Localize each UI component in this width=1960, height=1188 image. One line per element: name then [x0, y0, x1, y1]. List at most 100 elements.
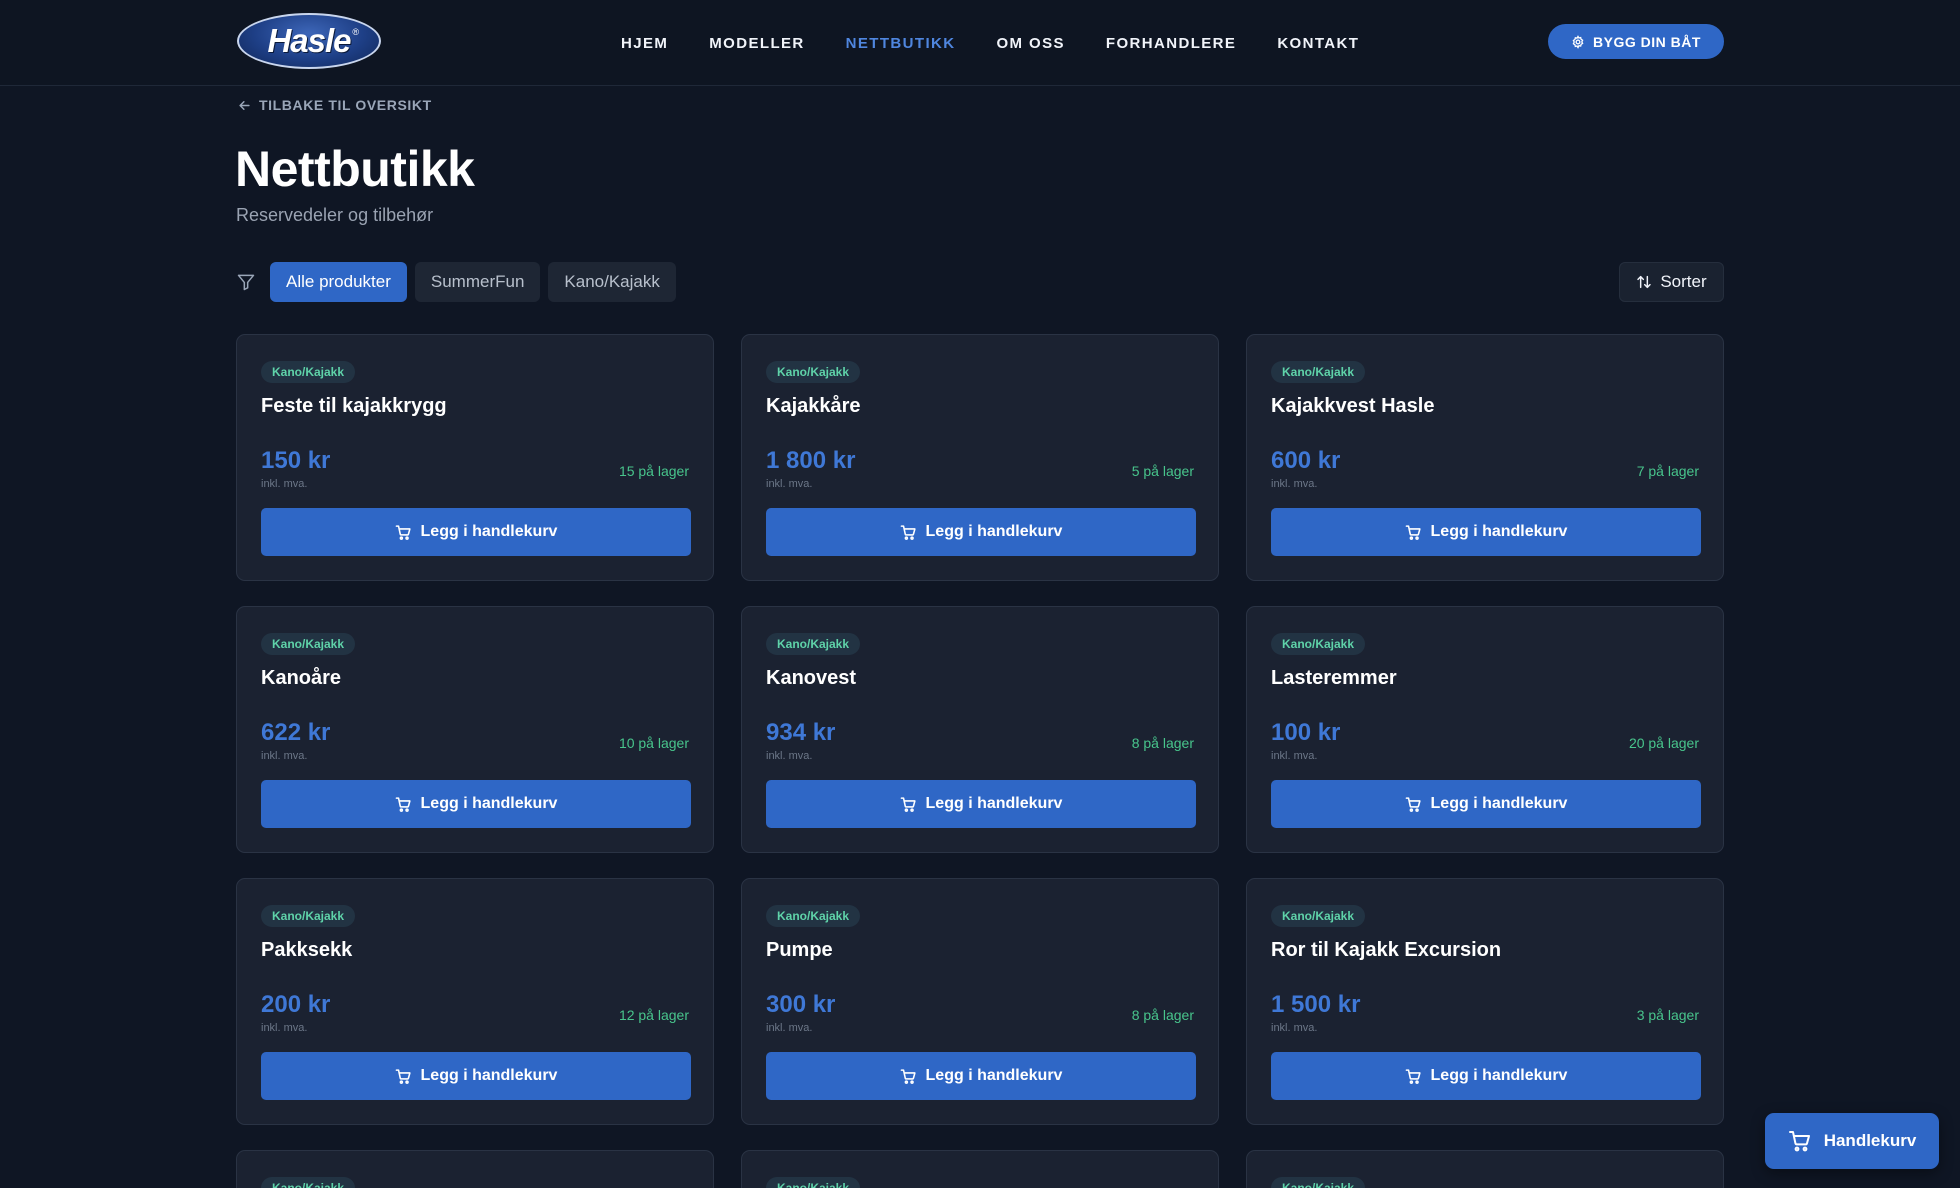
nav-om-oss[interactable]: OM OSS [996, 35, 1064, 52]
build-your-boat-button[interactable]: BYGG DIN BÅT [1548, 24, 1724, 59]
category-badge: Kano/Kajakk [261, 633, 356, 655]
stock-status: 3 på lager [1636, 1007, 1699, 1023]
product-name[interactable]: Pakksekk [261, 939, 352, 962]
add-to-cart-button[interactable]: Legg i handlekurv [766, 780, 1196, 828]
vat-note: inkl. mva. [766, 478, 813, 490]
add-to-cart-button[interactable]: Legg i handlekurv [261, 1052, 691, 1100]
sort-label: Sorter [1660, 272, 1707, 291]
product-card[interactable]: Kano/Kajakk Pumpe 300 kr inkl. mva. 8 på lag… [741, 878, 1219, 1125]
category-badge: Kano/Kajakk [261, 1177, 356, 1188]
vat-note: inkl. mva. [1271, 478, 1318, 490]
vat-note: inkl. mva. [261, 1022, 308, 1034]
category-badge: Kano/Kajakk [1271, 633, 1366, 655]
add-to-cart-button[interactable]: Legg i handlekurv [766, 1052, 1196, 1100]
product-price: 200 kr [261, 991, 331, 1018]
vat-note: inkl. mva. [1271, 1022, 1318, 1034]
vat-note: inkl. mva. [1271, 750, 1318, 762]
product-card[interactable]: Kano/Kajakk Ror til Kajakk Excursion 1 500… [1246, 878, 1724, 1125]
cart-label: Handlekurv [1823, 1131, 1917, 1150]
product-card[interactable]: Kano/Kajakk Kanovest 934 kr inkl. mva. 8 på … [741, 606, 1219, 853]
category-badge: Kano/Kajakk [261, 905, 356, 927]
logo-text: Hasle [267, 22, 351, 59]
category-badge: Kano/Kajakk [766, 633, 861, 655]
add-to-cart-label: Legg i handlekurv [420, 1067, 558, 1084]
product-price: 1 500 kr [1271, 991, 1361, 1018]
page-title: Nettbutikk [235, 141, 475, 197]
product-name[interactable]: Kajakkåre [766, 395, 861, 418]
cart-icon [1405, 524, 1421, 540]
add-to-cart-label: Legg i handlekurv [925, 523, 1063, 540]
nav-kontakt[interactable]: KONTAKT [1277, 35, 1359, 52]
product-card[interactable]: Kano/Kajakk Feste til kajakkrygg 150 kr ink… [236, 334, 714, 581]
cart-icon [1405, 796, 1421, 812]
vat-note: inkl. mva. [766, 1022, 813, 1034]
product-card[interactable]: Kano/Kajakk [1246, 1150, 1724, 1188]
category-badge: Kano/Kajakk [261, 361, 356, 383]
product-name[interactable]: Ror til Kajakk Excursion [1271, 939, 1501, 962]
product-price: 300 kr [766, 991, 836, 1018]
page-subtitle: Reservedeler og tilbehør [236, 205, 434, 225]
filter-bar: Alle produkter SummerFun Kano/Kajakk [236, 262, 684, 302]
category-badge: Kano/Kajakk [1271, 1177, 1366, 1188]
category-badge: Kano/Kajakk [1271, 361, 1366, 383]
stock-status: 7 på lager [1636, 463, 1699, 479]
product-name[interactable]: Kajakkvest Hasle [1271, 395, 1434, 418]
category-badge: Kano/Kajakk [766, 905, 861, 927]
product-name[interactable]: Lasteremmer [1271, 667, 1397, 690]
sort-button[interactable]: Sorter [1619, 262, 1724, 302]
add-to-cart-label: Legg i handlekurv [1430, 523, 1568, 540]
back-to-overview-link[interactable]: TILBAKE TIL OVERSIKT [237, 95, 432, 115]
product-card[interactable]: Kano/Kajakk [236, 1150, 714, 1188]
cart-icon [1405, 1068, 1421, 1084]
add-to-cart-button[interactable]: Legg i handlekurv [1271, 780, 1701, 828]
logo-reg-mark: ® [352, 27, 359, 37]
product-card[interactable]: Kano/Kajakk Kajakkåre 1 800 kr inkl. mva. 5 … [741, 334, 1219, 581]
product-card[interactable]: Kano/Kajakk Pakksekk 200 kr inkl. mva. 12 på… [236, 878, 714, 1125]
stock-status: 10 på lager [618, 735, 689, 751]
cart-icon [395, 1068, 411, 1084]
add-to-cart-label: Legg i handlekurv [1430, 795, 1568, 812]
product-name[interactable]: Feste til kajakkrygg [261, 395, 447, 418]
add-to-cart-button[interactable]: Legg i handlekurv [1271, 508, 1701, 556]
cart-icon [900, 524, 916, 540]
product-card[interactable]: Kano/Kajakk [741, 1150, 1219, 1188]
hasle-logo[interactable]: Hasle ® [237, 13, 381, 69]
nav-modeller[interactable]: MODELLER [709, 35, 804, 52]
product-card[interactable]: Kano/Kajakk Kajakkvest Hasle 600 kr inkl. m… [1246, 334, 1724, 581]
filter-icon [236, 272, 256, 292]
add-to-cart-button[interactable]: Legg i handlekurv [261, 508, 691, 556]
add-to-cart-label: Legg i handlekurv [420, 795, 558, 812]
top-navbar: Hasle ® HJEM MODELLER NETTBUTIKK OM OSS FORH… [0, 0, 1960, 86]
add-to-cart-label: Legg i handlekurv [925, 1067, 1063, 1084]
cart-icon [900, 1068, 916, 1084]
nav-forhandlere[interactable]: FORHANDLERE [1106, 35, 1236, 52]
product-price: 100 kr [1271, 719, 1341, 746]
filter-chip[interactable]: SummerFun [414, 262, 541, 302]
vat-note: inkl. mva. [766, 750, 813, 762]
filter-chips: Alle produkter SummerFun Kano/Kajakk [270, 262, 684, 302]
add-to-cart-button[interactable]: Legg i handlekurv [1271, 1052, 1701, 1100]
product-card[interactable]: Kano/Kajakk Kanoåre 622 kr inkl. mva. 10 på … [236, 606, 714, 853]
add-to-cart-button[interactable]: Legg i handlekurv [766, 508, 1196, 556]
product-price: 1 800 kr [766, 447, 856, 474]
stock-status: 5 på lager [1131, 463, 1194, 479]
product-card[interactable]: Kano/Kajakk Lasteremmer 100 kr inkl. mva. 20… [1246, 606, 1724, 853]
nav-nettbutikk[interactable]: NETTBUTIKK [846, 35, 956, 52]
arrow-left-icon [239, 100, 250, 110]
filter-chip[interactable]: Alle produkter [270, 262, 407, 302]
product-price: 622 kr [261, 719, 331, 746]
stock-status: 12 på lager [618, 1007, 689, 1023]
add-to-cart-label: Legg i handlekurv [1430, 1067, 1568, 1084]
filter-chip[interactable]: Kano/Kajakk [548, 262, 676, 302]
product-name[interactable]: Pumpe [766, 939, 833, 962]
nav-hjem[interactable]: HJEM [621, 35, 668, 52]
category-badge: Kano/Kajakk [1271, 905, 1366, 927]
add-to-cart-button[interactable]: Legg i handlekurv [261, 780, 691, 828]
product-name[interactable]: Kanovest [766, 667, 856, 690]
product-name[interactable]: Kanoåre [261, 667, 341, 690]
category-badge: Kano/Kajakk [766, 1177, 861, 1188]
vat-note: inkl. mva. [261, 750, 308, 762]
vat-note: inkl. mva. [261, 478, 308, 490]
build-your-boat-label: BYGG DIN BÅT [1593, 33, 1701, 50]
cart-button[interactable]: Handlekurv [1765, 1113, 1939, 1169]
